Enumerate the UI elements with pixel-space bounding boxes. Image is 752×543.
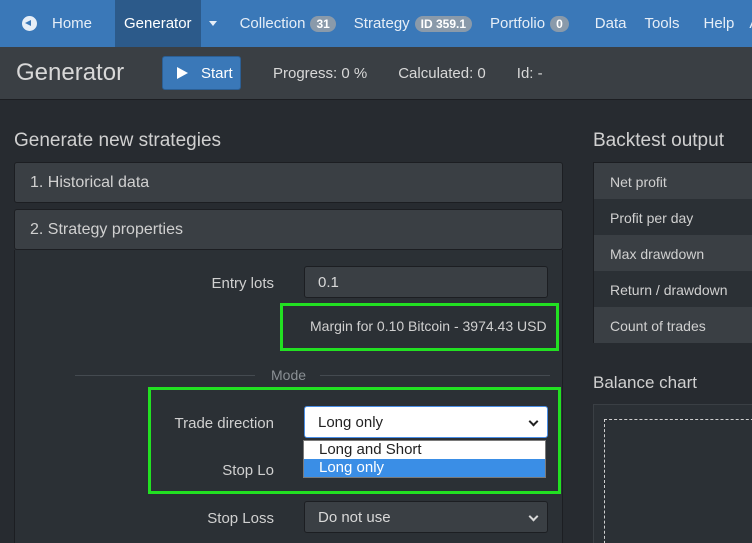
- top-navbar: Home Generator Collection 31 Strategy ID…: [0, 0, 752, 47]
- nav-about[interactable]: About: [743, 0, 752, 47]
- nav-home[interactable]: Home: [0, 0, 101, 47]
- strategy-id-badge: ID 359.1: [414, 15, 473, 32]
- metric-return-drawdown: Return / drawdown: [594, 271, 752, 307]
- nav-help[interactable]: Help: [691, 0, 743, 47]
- panel-strategy-properties[interactable]: 2. Strategy properties: [14, 209, 563, 250]
- nav-data[interactable]: Data: [583, 0, 636, 47]
- nav-collection-label: Collection: [239, 15, 306, 32]
- entry-lots-label: Entry lots: [211, 275, 274, 292]
- page-title: Generator: [16, 59, 125, 86]
- start-button[interactable]: Start: [162, 56, 241, 90]
- nav-home-label: Home: [52, 15, 93, 32]
- mode-label: Mode: [271, 367, 307, 383]
- metric-profit-per-day: Profit per day: [594, 199, 752, 235]
- play-icon: [177, 67, 188, 79]
- entry-lots-input[interactable]: 0.1: [304, 266, 548, 298]
- portfolio-count-badge: 0: [550, 15, 569, 32]
- progress-status: Progress: 0 %: [273, 64, 368, 82]
- chevron-down-icon: [528, 511, 539, 522]
- start-button-label: Start: [201, 64, 233, 82]
- backtest-metrics-table: Net profit Profit per day Max drawdown R…: [593, 162, 752, 343]
- nav-collection[interactable]: Collection 31: [231, 0, 345, 47]
- back-arrow-icon: [22, 16, 37, 31]
- backtest-output-title: Backtest output: [593, 130, 724, 151]
- balance-chart: [593, 404, 752, 543]
- page-header: Generator Start Progress: 0 % Calculated…: [0, 47, 752, 100]
- margin-info-text: Margin for 0.10 Bitcoin - 3974.43 USD: [310, 318, 547, 334]
- metric-max-drawdown: Max drawdown: [594, 235, 752, 271]
- nav-tools[interactable]: Tools: [635, 0, 691, 47]
- generate-section-title: Generate new strategies: [14, 130, 222, 151]
- metric-count-of-trades: Count of trades: [594, 307, 752, 343]
- nav-strategy-label: Strategy: [353, 15, 410, 32]
- chevron-down-icon[interactable]: [208, 21, 217, 26]
- panel-historical-data[interactable]: 1. Historical data: [14, 162, 563, 203]
- option-long-only[interactable]: Long only: [304, 459, 545, 477]
- metric-net-profit: Net profit: [594, 163, 752, 199]
- divider-line: [75, 375, 255, 376]
- nav-generator[interactable]: Generator: [115, 0, 201, 47]
- calculated-status: Calculated: 0: [398, 64, 486, 82]
- option-long-and-short[interactable]: Long and Short: [304, 441, 545, 459]
- id-status: Id: -: [516, 64, 543, 82]
- nav-portfolio[interactable]: Portfolio 0: [481, 0, 583, 47]
- balance-chart-title: Balance chart: [593, 373, 697, 392]
- trade-direction-dropdown[interactable]: Long and Short Long only: [303, 440, 546, 478]
- nav-portfolio-label: Portfolio: [490, 15, 546, 32]
- balance-chart-plot-area: [604, 419, 752, 543]
- stop-loss-value: Do not use: [318, 509, 391, 526]
- stop-loss-label: Stop Loss: [207, 510, 274, 527]
- divider-line: [320, 375, 550, 376]
- collection-count-badge: 31: [310, 15, 336, 32]
- nav-strategy[interactable]: Strategy ID 359.1: [345, 0, 481, 47]
- stop-loss-select[interactable]: Do not use: [304, 501, 548, 533]
